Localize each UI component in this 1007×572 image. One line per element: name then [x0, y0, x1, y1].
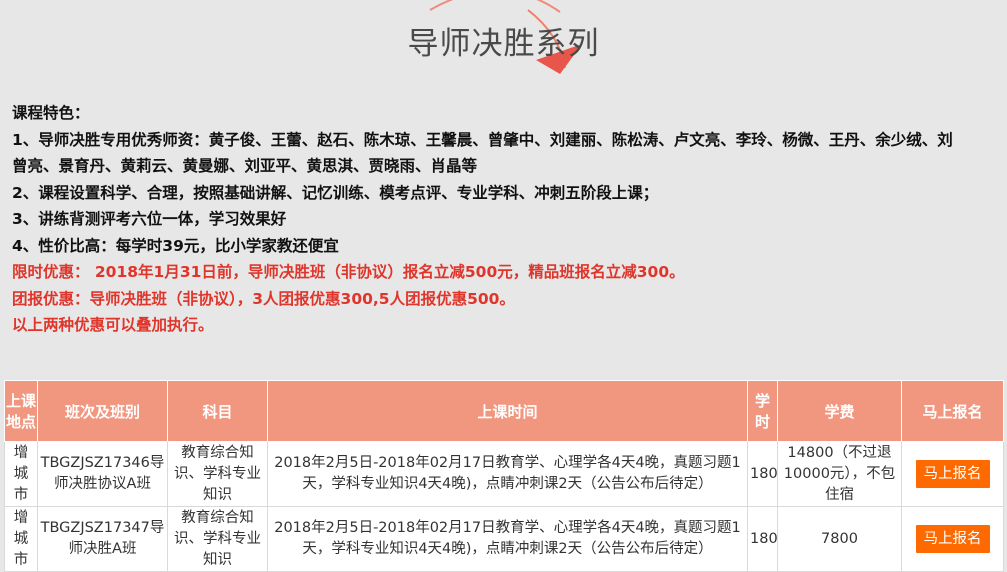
cell-class: TBGZJSZ17346导师决胜协议A班	[37, 441, 168, 507]
feature-item: 1、导师决胜专用优秀师资：黄子俊、王蕾、赵石、陈木琼、王馨晨、曾肇中、刘建丽、陈…	[12, 130, 953, 149]
cell-signup: 马上报名	[901, 506, 1004, 572]
cell-time: 2018年2月5日-2018年02月17日教育学、心理学各4天4晚，真题习题1天…	[267, 441, 748, 507]
header-signup: 马上报名	[901, 380, 1004, 442]
promo-group: 团报优惠：导师决胜班（非协议），3人团报优惠300,5人团报优惠500。	[12, 289, 515, 308]
schedule-table: 上课地点 班次及班别 科目 上课时间 学时 学费 马上报名 增城市 TBGZJS…	[4, 380, 1004, 572]
title-banner: 导师决胜系列	[0, 0, 1007, 90]
header-fee: 学费	[777, 380, 902, 442]
table-row: 增城市 TBGZJSZ17346导师决胜协议A班 教育综合知识、学科专业知识 2…	[4, 441, 1004, 507]
signup-button[interactable]: 马上报名	[915, 525, 990, 553]
cell-fee: 14800（不过退10000元），不包住宿	[777, 441, 902, 507]
promo-limited-time: 限时优惠： 2018年1月31日前，导师决胜班（非协议）报名立减500元，精品班…	[12, 263, 685, 281]
page-title: 导师决胜系列	[407, 26, 600, 62]
cell-time: 2018年2月5日-2018年02月17日教育学、心理学各4天4晚，真题习题1天…	[267, 506, 748, 572]
cell-fee: 7800	[777, 506, 902, 572]
feature-item: 曾亮、景育丹、黄莉云、黄曼娜、刘亚平、黄思淇、贾晓雨、肖晶等	[12, 157, 478, 175]
header-location: 上课地点	[4, 380, 38, 442]
feature-item: 3、讲练背测评考六位一体，学习效果好	[12, 210, 287, 228]
features-heading: 课程特色：	[12, 104, 90, 122]
cell-hours: 180	[747, 441, 778, 507]
cell-signup: 马上报名	[901, 441, 1004, 507]
header-hours: 学时	[747, 380, 778, 442]
header-time: 上课时间	[267, 380, 748, 442]
feature-item: 2、课程设置科学、合理，按照基础讲解、记忆训练、模考点评、专业学科、冲刺五阶段上…	[12, 183, 659, 202]
cell-hours: 180	[747, 506, 778, 572]
signup-button[interactable]: 马上报名	[915, 460, 990, 488]
table-header-row: 上课地点 班次及班别 科目 上课时间 学时 学费 马上报名	[4, 380, 1004, 442]
feature-item: 4、性价比高：每学时39元，比小学家教还便宜	[12, 236, 339, 255]
cell-subject: 教育综合知识、学科专业知识	[167, 506, 268, 572]
cell-subject: 教育综合知识、学科专业知识	[167, 441, 268, 507]
table-row: 增城市 TBGZJSZ17347导师决胜A班 教育综合知识、学科专业知识 201…	[4, 506, 1004, 572]
cell-location: 增城市	[4, 506, 38, 572]
promo-combine-note: 以上两种优惠可以叠加执行。	[12, 316, 214, 334]
header-class: 班次及班别	[37, 380, 168, 442]
course-features: 课程特色： 1、导师决胜专用优秀师资：黄子俊、王蕾、赵石、陈木琼、王馨晨、曾肇中…	[12, 100, 1002, 339]
cell-class: TBGZJSZ17347导师决胜A班	[37, 506, 168, 572]
cell-location: 增城市	[4, 441, 38, 507]
header-subject: 科目	[167, 380, 268, 442]
